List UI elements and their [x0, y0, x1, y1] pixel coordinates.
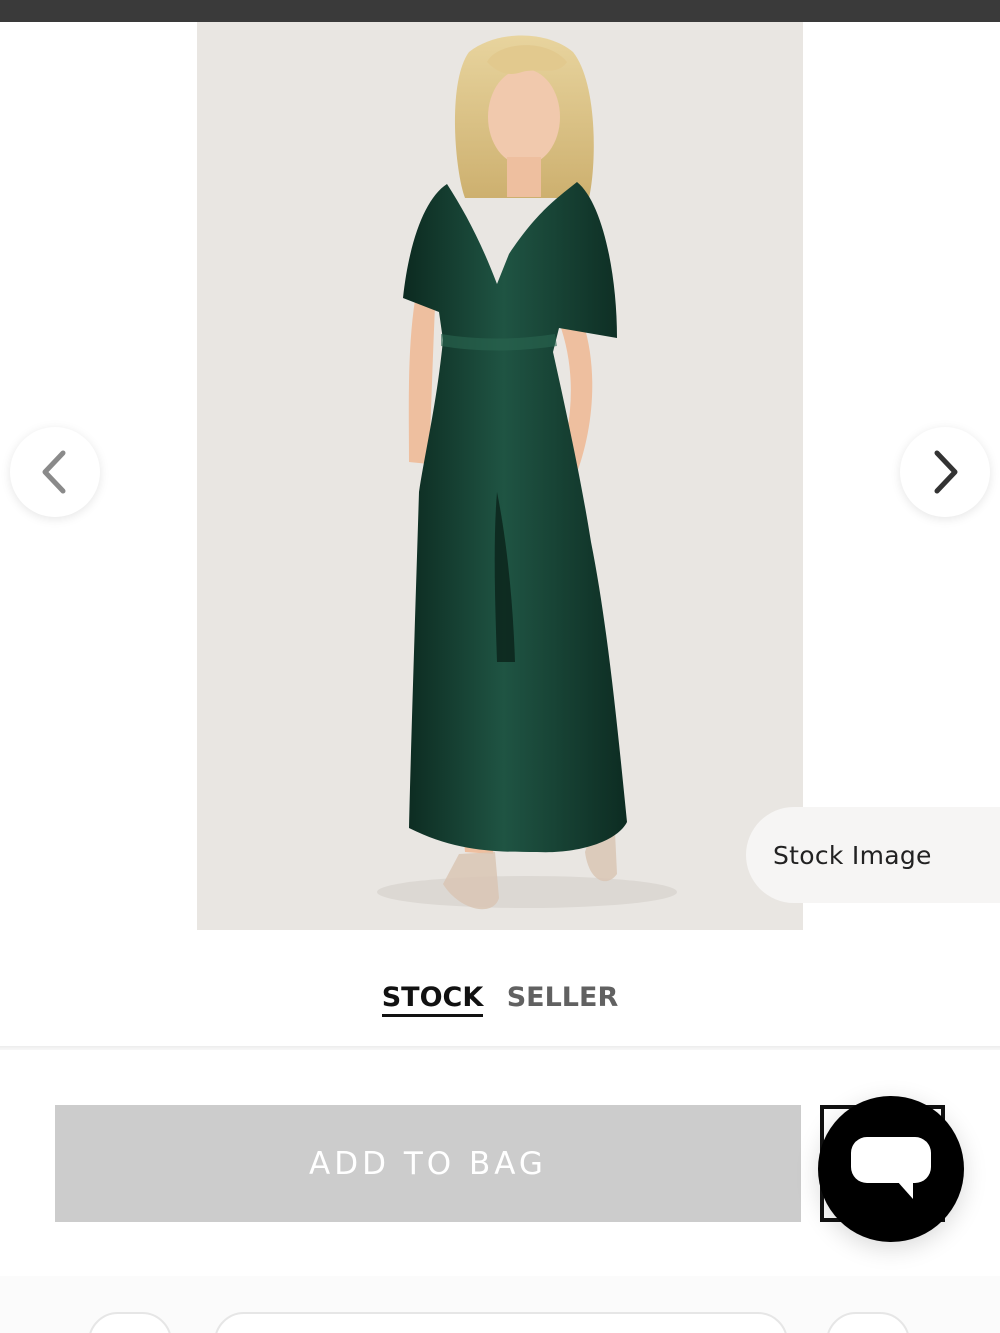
chevron-right-icon: [934, 450, 958, 494]
chevron-left-icon: [42, 450, 66, 494]
previous-image-button[interactable]: [10, 427, 100, 517]
next-image-button[interactable]: [900, 427, 990, 517]
toolbar-center-field[interactable]: [214, 1312, 788, 1333]
toggle-seller[interactable]: SELLER: [507, 982, 619, 1013]
chat-bubble-icon: [851, 1137, 931, 1199]
add-to-bag-button[interactable]: ADD TO BAG: [55, 1105, 801, 1222]
stock-image-badge: Stock Image: [746, 807, 1000, 903]
chat-button[interactable]: [818, 1096, 964, 1242]
model-wearing-dress: [197, 22, 803, 930]
toggle-stock[interactable]: STOCK: [381, 982, 484, 1017]
section-divider: [0, 1046, 1000, 1050]
image-source-toggle: STOCK SELLER: [0, 982, 1000, 1017]
stock-image-label: Stock Image: [773, 840, 932, 870]
product-image[interactable]: [197, 22, 803, 930]
status-bar: [0, 0, 1000, 22]
